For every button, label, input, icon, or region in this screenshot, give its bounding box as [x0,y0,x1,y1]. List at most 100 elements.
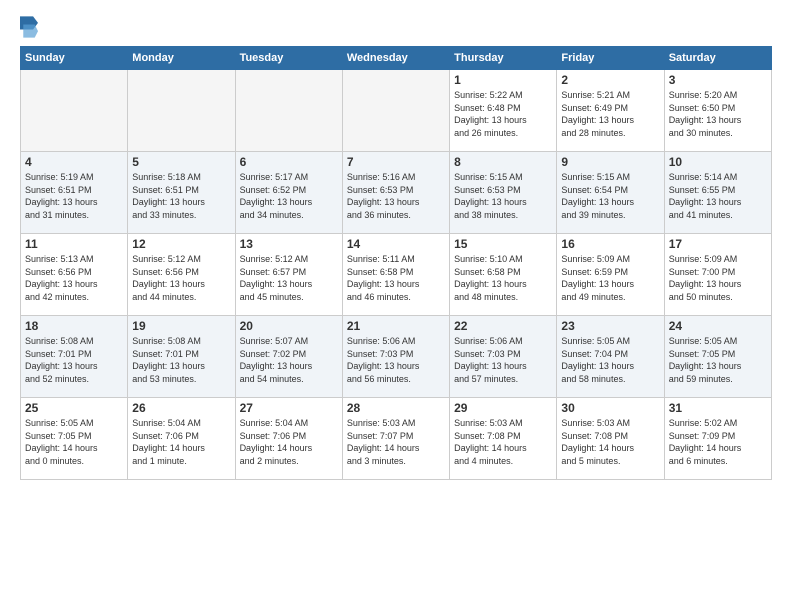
calendar-header-saturday: Saturday [664,47,771,70]
logo [20,16,41,38]
calendar-cell [342,70,449,152]
calendar-cell: 9 Sunrise: 5:15 AMSunset: 6:54 PMDaylight… [557,152,664,234]
day-info: Sunrise: 5:14 AMSunset: 6:55 PMDaylight:… [669,171,767,221]
day-info: Sunrise: 5:15 AMSunset: 6:53 PMDaylight:… [454,171,552,221]
calendar-cell [21,70,128,152]
calendar-cell: 21 Sunrise: 5:06 AMSunset: 7:03 PMDayligh… [342,316,449,398]
day-info: Sunrise: 5:17 AMSunset: 6:52 PMDaylight:… [240,171,338,221]
calendar-cell: 22Sunrise: 5:06 AMSunset: 7:03 PMDayligh… [450,316,557,398]
day-info: Sunrise: 5:16 AMSunset: 6:53 PMDaylight:… [347,171,445,221]
day-info: Sunrise: 5:11 AMSunset: 6:58 PMDaylight:… [347,253,445,303]
day-number: 14 [347,237,445,251]
page: SundayMondayTuesdayWednesdayThursdayFrid… [0,0,792,612]
calendar-cell: 12Sunrise: 5:12 AMSunset: 6:56 PMDayligh… [128,234,235,316]
calendar-cell: 14 Sunrise: 5:11 AMSunset: 6:58 PMDayligh… [342,234,449,316]
logo-icon [20,16,38,38]
calendar-cell: 19 Sunrise: 5:08 AMSunset: 7:01 PMDayligh… [128,316,235,398]
day-number: 19 [132,319,230,333]
day-number: 18 [25,319,123,333]
day-info: Sunrise: 5:04 AMSunset: 7:06 PMDaylight:… [240,417,338,467]
day-number: 8 [454,155,552,169]
day-info: Sunrise: 5:05 AMSunset: 7:05 PMDaylight:… [25,417,123,467]
calendar-cell: 28 Sunrise: 5:03 AMSunset: 7:07 PMDayligh… [342,398,449,480]
day-number: 2 [561,73,659,87]
day-number: 9 [561,155,659,169]
calendar-cell [235,70,342,152]
day-number: 4 [25,155,123,169]
day-number: 17 [669,237,767,251]
day-number: 23 [561,319,659,333]
calendar-cell: 2 Sunrise: 5:21 AMSunset: 6:49 PMDaylight… [557,70,664,152]
calendar-header-row: SundayMondayTuesdayWednesdayThursdayFrid… [21,47,772,70]
day-number: 7 [347,155,445,169]
day-info: Sunrise: 5:21 AMSunset: 6:49 PMDaylight:… [561,89,659,139]
calendar-cell: 23 Sunrise: 5:05 AMSunset: 7:04 PMDayligh… [557,316,664,398]
day-number: 24 [669,319,767,333]
calendar-cell: 18 Sunrise: 5:08 AMSunset: 7:01 PMDayligh… [21,316,128,398]
calendar-cell: 11 Sunrise: 5:13 AMSunset: 6:56 PMDayligh… [21,234,128,316]
day-number: 26 [132,401,230,415]
day-info: Sunrise: 5:07 AMSunset: 7:02 PMDaylight:… [240,335,338,385]
day-info: Sunrise: 5:05 AMSunset: 7:05 PMDaylight:… [669,335,767,385]
day-number: 30 [561,401,659,415]
day-info: Sunrise: 5:03 AMSunset: 7:08 PMDaylight:… [454,417,552,467]
calendar-cell: 3Sunrise: 5:20 AMSunset: 6:50 PMDaylight… [664,70,771,152]
day-info: Sunrise: 5:12 AMSunset: 6:57 PMDaylight:… [240,253,338,303]
calendar-header-wednesday: Wednesday [342,47,449,70]
day-info: Sunrise: 5:09 AMSunset: 6:59 PMDaylight:… [561,253,659,303]
day-number: 27 [240,401,338,415]
calendar-cell: 20 Sunrise: 5:07 AMSunset: 7:02 PMDayligh… [235,316,342,398]
day-info: Sunrise: 5:03 AMSunset: 7:07 PMDaylight:… [347,417,445,467]
calendar-cell: 8 Sunrise: 5:15 AMSunset: 6:53 PMDaylight… [450,152,557,234]
calendar-header-tuesday: Tuesday [235,47,342,70]
day-info: Sunrise: 5:13 AMSunset: 6:56 PMDaylight:… [25,253,123,303]
calendar-week-row: 4 Sunrise: 5:19 AMSunset: 6:51 PMDaylight… [21,152,772,234]
day-info: Sunrise: 5:03 AMSunset: 7:08 PMDaylight:… [561,417,659,467]
day-number: 10 [669,155,767,169]
day-number: 22 [454,319,552,333]
calendar-cell: 5 Sunrise: 5:18 AMSunset: 6:51 PMDaylight… [128,152,235,234]
day-number: 21 [347,319,445,333]
day-number: 12 [132,237,230,251]
calendar-week-row: 1Sunrise: 5:22 AMSunset: 6:48 PMDaylight… [21,70,772,152]
calendar-cell: 29 Sunrise: 5:03 AMSunset: 7:08 PMDayligh… [450,398,557,480]
day-info: Sunrise: 5:19 AMSunset: 6:51 PMDaylight:… [25,171,123,221]
calendar-cell: 25Sunrise: 5:05 AMSunset: 7:05 PMDayligh… [21,398,128,480]
calendar-cell: 4 Sunrise: 5:19 AMSunset: 6:51 PMDaylight… [21,152,128,234]
day-info: Sunrise: 5:10 AMSunset: 6:58 PMDaylight:… [454,253,552,303]
day-number: 6 [240,155,338,169]
calendar-header-friday: Friday [557,47,664,70]
calendar-cell: 30 Sunrise: 5:03 AMSunset: 7:08 PMDayligh… [557,398,664,480]
calendar-cell: 1Sunrise: 5:22 AMSunset: 6:48 PMDaylight… [450,70,557,152]
calendar-cell: 13Sunrise: 5:12 AMSunset: 6:57 PMDayligh… [235,234,342,316]
day-info: Sunrise: 5:08 AMSunset: 7:01 PMDaylight:… [25,335,123,385]
day-info: Sunrise: 5:05 AMSunset: 7:04 PMDaylight:… [561,335,659,385]
calendar-header-thursday: Thursday [450,47,557,70]
day-number: 29 [454,401,552,415]
calendar-cell: 16 Sunrise: 5:09 AMSunset: 6:59 PMDayligh… [557,234,664,316]
day-info: Sunrise: 5:18 AMSunset: 6:51 PMDaylight:… [132,171,230,221]
day-number: 28 [347,401,445,415]
day-info: Sunrise: 5:02 AMSunset: 7:09 PMDaylight:… [669,417,767,467]
day-number: 11 [25,237,123,251]
calendar-cell: 17Sunrise: 5:09 AMSunset: 7:00 PMDayligh… [664,234,771,316]
calendar-cell: 24 Sunrise: 5:05 AMSunset: 7:05 PMDayligh… [664,316,771,398]
calendar-header-monday: Monday [128,47,235,70]
header [20,16,772,38]
calendar-cell: 26Sunrise: 5:04 AMSunset: 7:06 PMDayligh… [128,398,235,480]
day-number: 20 [240,319,338,333]
calendar-cell: 7 Sunrise: 5:16 AMSunset: 6:53 PMDaylight… [342,152,449,234]
calendar-cell: 6 Sunrise: 5:17 AMSunset: 6:52 PMDaylight… [235,152,342,234]
calendar-cell: 15 Sunrise: 5:10 AMSunset: 6:58 PMDayligh… [450,234,557,316]
calendar-cell: 27 Sunrise: 5:04 AMSunset: 7:06 PMDayligh… [235,398,342,480]
day-info: Sunrise: 5:15 AMSunset: 6:54 PMDaylight:… [561,171,659,221]
day-number: 3 [669,73,767,87]
day-number: 16 [561,237,659,251]
day-info: Sunrise: 5:06 AMSunset: 7:03 PMDaylight:… [347,335,445,385]
day-number: 15 [454,237,552,251]
day-number: 5 [132,155,230,169]
day-number: 31 [669,401,767,415]
day-info: Sunrise: 5:22 AMSunset: 6:48 PMDaylight:… [454,89,552,139]
day-info: Sunrise: 5:08 AMSunset: 7:01 PMDaylight:… [132,335,230,385]
calendar-week-row: 18 Sunrise: 5:08 AMSunset: 7:01 PMDayligh… [21,316,772,398]
